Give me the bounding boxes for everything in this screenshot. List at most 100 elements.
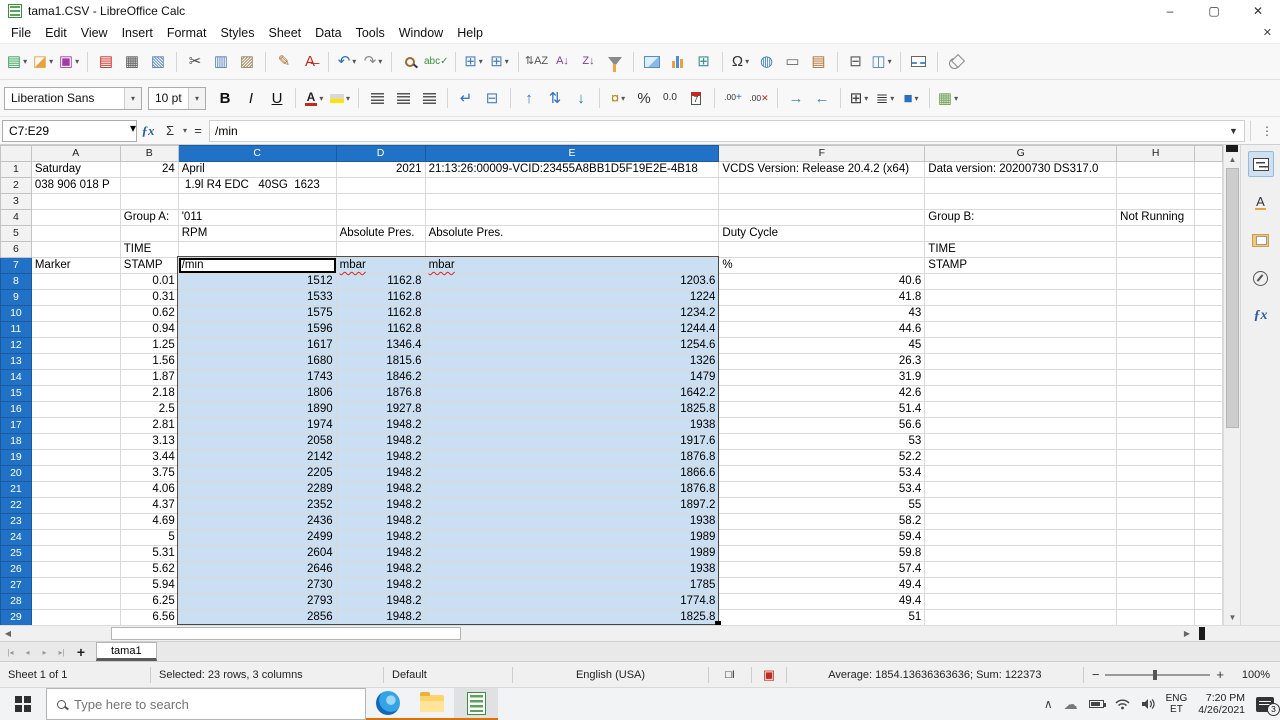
- cell-F23[interactable]: 58.2: [719, 514, 925, 530]
- cell-D25[interactable]: 1948.2: [336, 546, 425, 562]
- cell-F4[interactable]: [719, 210, 925, 226]
- horizontal-scroll-thumb[interactable]: [111, 627, 461, 640]
- cell-F7[interactable]: %: [719, 258, 925, 274]
- cell-F14[interactable]: 31.9: [719, 370, 925, 386]
- cell-A27[interactable]: [31, 578, 120, 594]
- sidebar-styles-tab[interactable]: A: [1248, 189, 1274, 215]
- cell-E28[interactable]: 1774.8: [425, 594, 719, 610]
- cell-F15[interactable]: 42.6: [719, 386, 925, 402]
- clone-formatting-button[interactable]: ✎: [272, 49, 296, 75]
- sort-descending-button[interactable]: Z↓: [577, 49, 601, 75]
- cell-B3[interactable]: [120, 194, 178, 210]
- cell-A3[interactable]: [31, 194, 120, 210]
- print-preview-button[interactable]: ▧: [146, 49, 170, 75]
- cell-A11[interactable]: [31, 322, 120, 338]
- cell-D28[interactable]: 1948.2: [336, 594, 425, 610]
- cell-F19[interactable]: 52.2: [719, 450, 925, 466]
- cell-A15[interactable]: [31, 386, 120, 402]
- format-as-percent-button[interactable]: %: [632, 86, 656, 110]
- cell-E11[interactable]: 1244.4: [425, 322, 719, 338]
- cell-B19[interactable]: 3.44: [120, 450, 178, 466]
- sort-button[interactable]: ⇅AZ: [525, 49, 549, 75]
- cell-F10[interactable]: 43: [719, 306, 925, 322]
- cell-E6[interactable]: [425, 242, 719, 258]
- cell-A17[interactable]: [31, 418, 120, 434]
- cell-E23[interactable]: 1938: [425, 514, 719, 530]
- cell-F25[interactable]: 59.8: [719, 546, 925, 562]
- menu-data[interactable]: Data: [308, 24, 348, 42]
- cell-G28[interactable]: [925, 594, 1117, 610]
- spreadsheet-grid[interactable]: ABCDEFGH1Saturday24April202121:13:26:000…: [0, 145, 1223, 625]
- cell-D14[interactable]: 1846.2: [336, 370, 425, 386]
- align-right-button[interactable]: [417, 86, 441, 110]
- close-button[interactable]: ✕: [1236, 0, 1280, 22]
- cell-C4[interactable]: '011: [178, 210, 336, 226]
- row-header-19[interactable]: 19: [1, 450, 32, 466]
- cell-F5[interactable]: Duty Cycle: [719, 226, 925, 242]
- cell-G18[interactable]: [925, 434, 1117, 450]
- cell-B25[interactable]: 5.31: [120, 546, 178, 562]
- cell-B26[interactable]: 5.62: [120, 562, 178, 578]
- cell-D21[interactable]: 1948.2: [336, 482, 425, 498]
- cell-B27[interactable]: 5.94: [120, 578, 178, 594]
- show-draw-functions-button[interactable]: [944, 49, 968, 75]
- highlighting-color-button[interactable]: ▾: [328, 86, 352, 110]
- language-indicator[interactable]: ENGET: [1166, 693, 1188, 715]
- align-left-button[interactable]: [365, 86, 389, 110]
- undo-dropdown-icon[interactable]: ▾: [352, 57, 356, 66]
- wrap-text-button[interactable]: ↵: [454, 86, 478, 110]
- font-color-button[interactable]: A▾: [302, 86, 326, 110]
- unsaved-changes-icon[interactable]: ▣: [752, 662, 786, 687]
- cell-D27[interactable]: 1948.2: [336, 578, 425, 594]
- autofilter-button[interactable]: [603, 49, 627, 75]
- italic-button[interactable]: I: [239, 86, 263, 110]
- restore-button[interactable]: ▢: [1192, 0, 1236, 22]
- cell-A9[interactable]: [31, 290, 120, 306]
- row-header-1[interactable]: 1: [1, 162, 32, 178]
- col-header-G[interactable]: G: [925, 146, 1117, 162]
- menu-file[interactable]: File: [4, 24, 38, 42]
- sheet-tab-tama1[interactable]: tama1: [96, 642, 157, 661]
- cell-H14[interactable]: [1117, 370, 1195, 386]
- cell-F8[interactable]: 40.6: [719, 274, 925, 290]
- col-header-B[interactable]: B: [120, 146, 178, 162]
- font-name-combo[interactable]: Liberation Sans ▾: [4, 87, 142, 110]
- cell-G5[interactable]: [925, 226, 1117, 242]
- cell-F27[interactable]: 49.4: [719, 578, 925, 594]
- cell-A14[interactable]: [31, 370, 120, 386]
- cell-F13[interactable]: 26.3: [719, 354, 925, 370]
- delete-decimal-place-button[interactable]: .00: [747, 86, 771, 110]
- row-header-18[interactable]: 18: [1, 434, 32, 450]
- cell-C7[interactable]: /min: [178, 258, 336, 274]
- cell-H10[interactable]: [1117, 306, 1195, 322]
- cell-H24[interactable]: [1117, 530, 1195, 546]
- cell-H28[interactable]: [1117, 594, 1195, 610]
- wifi-icon[interactable]: [1115, 699, 1130, 710]
- cell-D7[interactable]: mbar: [336, 258, 425, 274]
- row-header-17[interactable]: 17: [1, 418, 32, 434]
- cell-B28[interactable]: 6.25: [120, 594, 178, 610]
- decrease-indent-button[interactable]: ←: [810, 86, 834, 110]
- menu-insert[interactable]: Insert: [115, 24, 160, 42]
- cell-C5[interactable]: RPM: [178, 226, 336, 242]
- row-header-20[interactable]: 20: [1, 466, 32, 482]
- underline-button[interactable]: U: [265, 86, 289, 110]
- copy-button[interactable]: ▥: [209, 49, 233, 75]
- cell-C13[interactable]: 1680: [178, 354, 336, 370]
- cell-H16[interactable]: [1117, 402, 1195, 418]
- cell-B12[interactable]: 1.25: [120, 338, 178, 354]
- taskbar-edge-icon[interactable]: [366, 688, 410, 720]
- add-decimal-place-button[interactable]: .00: [721, 86, 745, 110]
- row-header-24[interactable]: 24: [1, 530, 32, 546]
- cell-E25[interactable]: 1989: [425, 546, 719, 562]
- sort-ascending-button[interactable]: A↓: [551, 49, 575, 75]
- cell-E20[interactable]: 1866.6: [425, 466, 719, 482]
- border-style-button[interactable]: ≣▾: [873, 86, 897, 110]
- cell-A19[interactable]: [31, 450, 120, 466]
- cell-F21[interactable]: 53.4: [719, 482, 925, 498]
- cell-B23[interactable]: 4.69: [120, 514, 178, 530]
- cell-B2[interactable]: [120, 178, 178, 194]
- insert-image-button[interactable]: [640, 49, 664, 75]
- cell-F11[interactable]: 44.6: [719, 322, 925, 338]
- split-window-button[interactable]: [907, 49, 931, 75]
